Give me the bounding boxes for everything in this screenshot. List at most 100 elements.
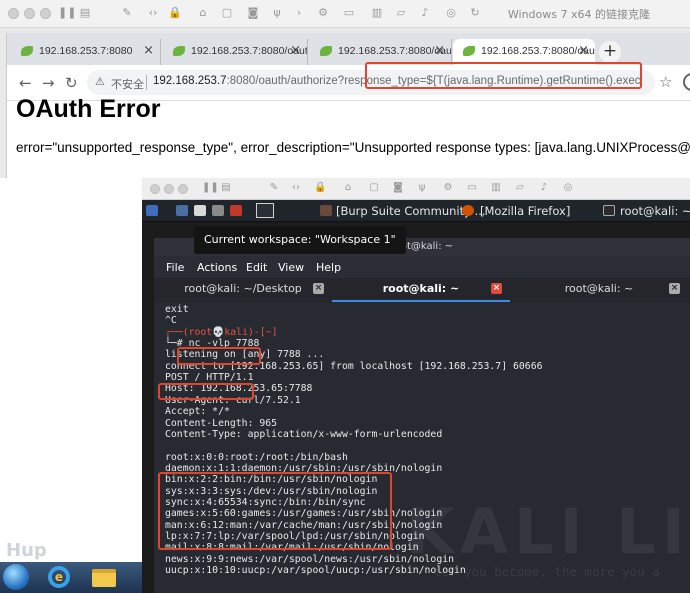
- menu-help[interactable]: Help: [316, 261, 341, 274]
- usb-icon[interactable]: ψ: [270, 6, 284, 20]
- vm-title: Windows 7 x64 的链接克隆: [507, 8, 650, 21]
- burp-icon: [320, 205, 332, 216]
- terminal-tab-label: root@kali: ~/Desktop: [184, 282, 302, 295]
- explorer-folder-icon[interactable]: [92, 569, 116, 587]
- drive-icon[interactable]: ◎: [562, 182, 574, 194]
- tab-close-icon[interactable]: ×: [669, 283, 680, 294]
- tab-label: 192.168.253.7:8080: [39, 45, 133, 57]
- window-maximize-dot[interactable]: [178, 184, 188, 194]
- terminal-tab-3[interactable]: root@kali: ~ ×: [510, 278, 688, 302]
- terminal-tab-desktop[interactable]: root@kali: ~/Desktop ×: [154, 278, 332, 302]
- profile-avatar-icon[interactable]: [683, 73, 690, 91]
- tab-close-icon[interactable]: ×: [290, 39, 301, 63]
- forward-icon[interactable]: →: [42, 74, 55, 92]
- pause-icon[interactable]: ❚❚: [202, 182, 219, 194]
- browser-tab-1[interactable]: 192.168.253.7:8080 ×: [11, 39, 161, 65]
- pause-icon[interactable]: ❚❚: [58, 6, 76, 20]
- window-maximize-dot[interactable]: [40, 8, 51, 19]
- terminal-line: Content-Length: 965: [165, 417, 278, 429]
- workspace-tooltip: Current workspace: "Workspace 1": [194, 226, 406, 254]
- disk-icon[interactable]: ⌂: [196, 6, 210, 20]
- folder-icon[interactable]: ▱: [394, 6, 408, 20]
- reload-icon[interactable]: ↻: [65, 74, 78, 92]
- tab-close-icon[interactable]: ×: [491, 283, 502, 294]
- bookmark-star-icon[interactable]: ☆: [659, 73, 672, 91]
- window-minimize-dot[interactable]: [164, 184, 174, 194]
- tab-close-icon[interactable]: ×: [143, 39, 154, 63]
- desktop-icon[interactable]: [176, 205, 188, 216]
- taskbar-firefox[interactable]: [Mozilla Firefox]: [480, 204, 570, 218]
- menu-actions[interactable]: Actions: [197, 261, 237, 274]
- start-button[interactable]: [3, 564, 29, 590]
- window-close-dot[interactable]: [8, 8, 19, 19]
- display-icon[interactable]: ▢: [368, 182, 380, 194]
- browser-tab-2[interactable]: 192.168.253.7:8080/oauth ×: [163, 39, 308, 65]
- printer-icon[interactable]: ▥: [490, 182, 502, 194]
- disk-icon[interactable]: ⌂: [342, 182, 354, 194]
- tab-close-icon[interactable]: ×: [578, 39, 589, 63]
- vm-toolbar: ❚❚ ▤ ✎ ‹› 🔒 ⌂ ▢ ◙ ψ ⚙ ▭ ▥ ▱ ♪ ◎: [142, 178, 690, 200]
- url-payload-highlight: [365, 62, 642, 89]
- code-icon[interactable]: ‹›: [290, 182, 302, 194]
- terminal-line: Accept: */*: [165, 406, 230, 418]
- terminal-menubar: File Actions Edit View Help: [154, 256, 690, 278]
- files-icon[interactable]: [194, 205, 206, 216]
- tab-close-icon[interactable]: ×: [434, 39, 445, 63]
- faint-logo: Hup: [6, 540, 47, 561]
- spring-leaf-icon: [320, 46, 332, 56]
- terminal-line: POST / HTTP/1.1: [165, 372, 254, 384]
- window-minimize-dot[interactable]: [24, 8, 35, 19]
- taskbar-terminal[interactable]: root@kali: ~: [620, 204, 690, 218]
- printer-icon[interactable]: ▥: [370, 6, 384, 20]
- host-vm-toolbar: ❚❚ ▤ ✎ ‹› 🔒 ⌂ ▢ ◙ ψ › ⚙ ▭ ▥ ▱ ♪ ◎ ↻ Wind…: [0, 0, 690, 28]
- snapshot-icon[interactable]: ▤: [220, 182, 232, 194]
- terminal-tab-active[interactable]: root@kali: ~ ×: [332, 278, 510, 302]
- terminal-line: uucp:x:10:10:uucp:/var/spool/uucp:/usr/s…: [165, 565, 466, 577]
- spring-leaf-icon: [173, 46, 185, 56]
- workspace-switcher[interactable]: [256, 203, 274, 218]
- spring-leaf-icon: [463, 46, 475, 56]
- warning-icon[interactable]: ⚠: [95, 75, 109, 89]
- terminal-tab-label: root@kali: ~: [564, 282, 634, 295]
- terminal-icon: [603, 205, 615, 216]
- camera-icon[interactable]: ◙: [392, 182, 404, 194]
- tab-close-icon[interactable]: ×: [313, 283, 324, 294]
- camera-icon[interactable]: ◙: [246, 6, 260, 20]
- window-close-dot[interactable]: [150, 184, 160, 194]
- windows-taskbar: e: [0, 562, 142, 593]
- display-icon[interactable]: ▢: [220, 6, 234, 20]
- terminal-line: root:x:0:0:root:/root:/bin/bash: [165, 451, 348, 463]
- wrench-icon[interactable]: ✎: [120, 6, 134, 20]
- page-heading: OAuth Error: [16, 95, 161, 123]
- kali-menu-icon[interactable]: [146, 205, 158, 216]
- monitor-icon[interactable]: ▭: [342, 6, 356, 20]
- sound-icon[interactable]: ♪: [538, 182, 550, 194]
- sound-icon[interactable]: ♪: [418, 6, 432, 20]
- back-icon[interactable]: ←: [19, 74, 32, 92]
- internet-explorer-icon[interactable]: e: [48, 566, 70, 588]
- lock-icon[interactable]: 🔒: [168, 6, 182, 20]
- monitor-icon[interactable]: ▭: [466, 182, 478, 194]
- menu-file[interactable]: File: [166, 261, 184, 274]
- terminal-launcher-icon[interactable]: [212, 205, 224, 216]
- insecure-label[interactable]: 不安全: [111, 76, 144, 92]
- folder-icon[interactable]: ▱: [514, 182, 526, 194]
- code-icon[interactable]: ‹›: [146, 6, 160, 20]
- drive-icon[interactable]: ◎: [444, 6, 458, 20]
- wrench-icon[interactable]: ✎: [268, 182, 280, 194]
- arrow-icon[interactable]: ›: [292, 6, 306, 20]
- new-tab-button[interactable]: +: [599, 41, 621, 63]
- sync-icon[interactable]: ↻: [468, 6, 482, 20]
- menu-edit[interactable]: Edit: [246, 261, 267, 274]
- snapshot-icon[interactable]: ▤: [78, 6, 92, 20]
- lock-icon[interactable]: 🔒: [314, 182, 326, 194]
- error-description: error="unsupported_response_type", error…: [16, 140, 690, 155]
- settings-icon[interactable]: ⚙: [316, 6, 330, 20]
- app-launcher-icon[interactable]: [230, 205, 242, 216]
- settings-icon[interactable]: ⚙: [442, 182, 454, 194]
- terminal-line: news:x:9:9:news:/var/spool/news:/usr/sbi…: [165, 553, 455, 565]
- menu-view[interactable]: View: [278, 261, 304, 274]
- kali-panel: [Burp Suite Community ... [Mozilla Firef…: [142, 200, 690, 222]
- usb-icon[interactable]: ψ: [416, 182, 428, 194]
- terminal-line: ┌──(root💀kali)-[~]: [165, 326, 278, 338]
